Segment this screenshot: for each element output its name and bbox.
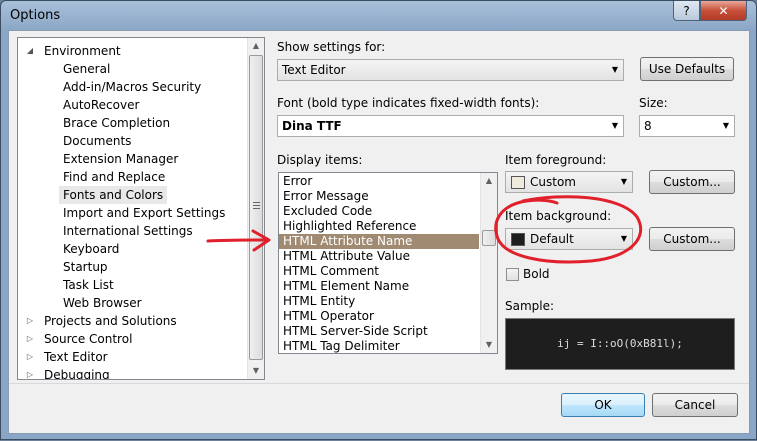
foreground-custom-label: Custom... (663, 175, 721, 189)
bold-label: Bold (523, 267, 550, 281)
display-item[interactable]: HTML Tag Delimiter (279, 339, 479, 353)
scroll-up-icon[interactable]: ▲ (248, 38, 264, 54)
tree-item[interactable]: Find and Replace (63, 168, 165, 186)
tree-item[interactable]: Import and Export Settings (63, 204, 225, 222)
tree-item[interactable]: General (63, 60, 110, 78)
separator (9, 383, 749, 384)
font-label: Font (bold type indicates fixed-width fo… (277, 96, 540, 110)
display-item[interactable]: Error (279, 174, 479, 189)
tree-item[interactable]: Web Browser (63, 294, 142, 312)
tree-item[interactable]: Documents (63, 132, 131, 150)
options-tree[interactable]: ◢ Environment General Add-in/Macros Securit… (17, 37, 265, 380)
display-item[interactable]: HTML Server-Side Script (279, 324, 479, 339)
chevron-down-icon: ▼ (611, 121, 618, 130)
tree-item[interactable]: Source Control (44, 330, 132, 348)
tree-item[interactable]: Text Editor (44, 348, 108, 366)
background-custom-button[interactable]: Custom... (649, 227, 735, 251)
tree-item[interactable]: International Settings (63, 222, 193, 240)
cancel-button[interactable]: Cancel (652, 393, 738, 417)
scroll-thumb[interactable] (482, 230, 496, 246)
item-background-label: Item background: (505, 209, 612, 223)
sample-preview: ij = I::oO(0xB81l); (505, 318, 735, 370)
ok-button[interactable]: OK (561, 393, 645, 417)
tree-item[interactable]: Environment (44, 42, 121, 60)
chevron-down-icon: ▼ (620, 234, 627, 243)
item-background-dropdown[interactable]: Default ▼ (505, 228, 633, 250)
display-items-label: Display items: (277, 153, 363, 167)
background-custom-label: Custom... (663, 232, 721, 246)
tree-item[interactable]: Add-in/Macros Security (63, 78, 201, 96)
item-foreground-dropdown[interactable]: Custom ▼ (505, 171, 633, 193)
window-title: Options (10, 8, 61, 23)
tree-item[interactable]: Task List (63, 276, 114, 294)
ok-label: OK (594, 398, 612, 412)
sample-label: Sample: (505, 299, 555, 313)
use-defaults-label: Use Defaults (648, 62, 726, 76)
background-color-swatch (511, 233, 525, 246)
tree-item[interactable]: Startup (63, 258, 108, 276)
help-button[interactable]: ? (673, 1, 700, 21)
chevron-down-icon: ▼ (611, 65, 618, 74)
foreground-custom-button[interactable]: Custom... (649, 170, 735, 194)
scroll-thumb[interactable] (249, 55, 263, 360)
display-item[interactable]: Excluded Code (279, 204, 479, 219)
size-dropdown[interactable]: 8 ▼ (639, 115, 735, 137)
cancel-label: Cancel (674, 398, 716, 412)
display-items-list[interactable]: Error Error Message Excluded Code Highlight… (278, 172, 498, 354)
tree-item[interactable]: Keyboard (63, 240, 119, 258)
tree-item[interactable]: AutoRecover (63, 96, 139, 114)
show-settings-label: Show settings for: (277, 40, 386, 54)
expand-icon[interactable]: ▷ (25, 312, 35, 330)
bold-checkbox[interactable] (506, 268, 519, 281)
display-item[interactable]: Error Message (279, 189, 479, 204)
scroll-down-icon[interactable]: ▼ (481, 337, 497, 353)
display-item[interactable]: HTML Attribute Value (279, 249, 479, 264)
tree-item[interactable]: Debugging (44, 366, 110, 379)
size-value: 8 (644, 119, 652, 133)
display-item[interactable]: HTML Attribute Name (279, 234, 479, 249)
use-defaults-button[interactable]: Use Defaults (640, 57, 734, 81)
display-items-scrollbar[interactable]: ▲ ▼ (480, 173, 497, 353)
font-dropdown[interactable]: Dina TTF ▼ (277, 115, 624, 137)
tree-item[interactable]: Extension Manager (63, 150, 178, 168)
expand-icon[interactable]: ▷ (25, 366, 35, 379)
expand-icon[interactable]: ▷ (25, 330, 35, 348)
font-value: Dina TTF (282, 119, 342, 133)
size-label: Size: (639, 96, 668, 110)
display-item[interactable]: HTML Comment (279, 264, 479, 279)
show-settings-value: Text Editor (282, 63, 346, 77)
tree-item[interactable]: Brace Completion (63, 114, 170, 132)
expand-icon[interactable]: ▷ (25, 348, 35, 366)
display-item[interactable]: Highlighted Reference (279, 219, 479, 234)
options-dialog: Options ? ✕ ◢ Environment General Add-in/Ma… (0, 0, 757, 440)
display-item[interactable]: HTML Entity (279, 294, 479, 309)
foreground-color-swatch (511, 176, 525, 189)
item-foreground-value: Custom (530, 175, 576, 189)
chevron-down-icon: ▼ (620, 177, 627, 186)
item-background-value: Default (530, 232, 574, 246)
display-item[interactable]: HTML Operator (279, 309, 479, 324)
tree-item[interactable]: Projects and Solutions (44, 312, 177, 330)
dialog-client-area: ◢ Environment General Add-in/Macros Securit… (8, 30, 750, 434)
collapse-icon[interactable]: ◢ (25, 42, 35, 60)
scroll-up-icon[interactable]: ▲ (481, 173, 497, 189)
show-settings-dropdown[interactable]: Text Editor ▼ (277, 59, 624, 81)
item-foreground-label: Item foreground: (505, 153, 607, 167)
display-item[interactable]: HTML Element Name (279, 279, 479, 294)
tree-scrollbar[interactable]: ▲ ▼ (247, 38, 264, 379)
chevron-down-icon: ▼ (722, 121, 729, 130)
tree-item[interactable]: Fonts and Colors (59, 186, 168, 204)
scroll-down-icon[interactable]: ▼ (248, 363, 264, 379)
close-button[interactable]: ✕ (700, 1, 747, 21)
